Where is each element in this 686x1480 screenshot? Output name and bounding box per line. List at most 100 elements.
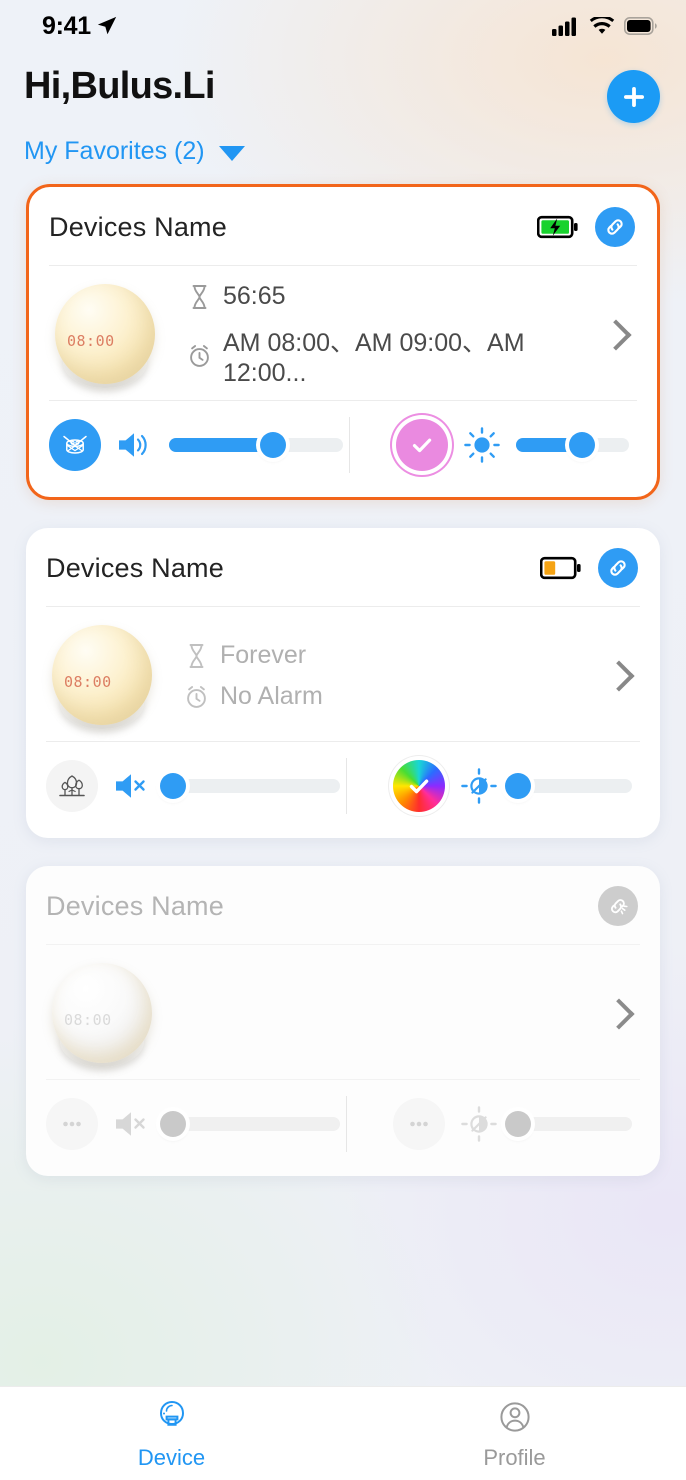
volume-slider-wrap	[169, 432, 349, 458]
volume-slider-knob[interactable]	[260, 432, 287, 458]
sound-controls	[49, 419, 349, 471]
check-icon	[412, 438, 432, 453]
brightness-slider-knob[interactable]	[568, 432, 595, 458]
device-timer-value: 56:65	[223, 282, 286, 310]
forest-icon[interactable]	[46, 760, 98, 812]
battery-full-icon	[624, 17, 658, 35]
link-broken-icon[interactable]	[598, 886, 638, 926]
sound-controls	[46, 1098, 346, 1150]
color-swatch-pink[interactable]	[396, 419, 448, 471]
device-timer-row: 56:65	[187, 282, 605, 311]
volume-slider[interactable]	[169, 432, 343, 458]
device-card-body[interactable]: 08:00 56:65 AM 08:00、AM 09:00、AM 12:00..…	[29, 266, 657, 400]
light-controls	[356, 419, 635, 471]
device-card-header: Devices Name	[26, 866, 660, 944]
volume-slider-wrap	[159, 773, 346, 799]
brightness-slider-knob[interactable]	[504, 773, 531, 799]
check-icon	[409, 779, 429, 794]
speaker-on-icon[interactable]	[115, 427, 155, 463]
bottom-tab-bar: Device Profile	[0, 1386, 686, 1480]
sound-controls	[46, 760, 346, 812]
wifi-icon	[589, 16, 615, 36]
status-bar-right	[552, 16, 658, 36]
status-bar-time: 9:41	[42, 11, 91, 40]
sound-ellipsis-icon[interactable]	[46, 1098, 98, 1150]
device-card[interactable]: Devices Name	[26, 184, 660, 500]
device-alarm-row: AM 08:00、AM 09:00、AM 12:00...	[187, 323, 605, 388]
controls-divider	[346, 1096, 347, 1152]
tab-device-label: Device	[137, 1444, 206, 1470]
drum-icon[interactable]	[49, 419, 101, 471]
controls-divider	[346, 758, 347, 814]
speaker-muted-icon[interactable]	[112, 768, 152, 804]
alarm-clock-icon	[184, 684, 209, 710]
color-wheel-button[interactable]	[393, 760, 445, 812]
device-card-body[interactable]: 08:00	[26, 945, 660, 1079]
device-alarm-value: No Alarm	[220, 682, 323, 710]
device-name: Devices Name	[46, 552, 224, 583]
alarm-clock-icon	[187, 343, 212, 369]
device-card-status-icons	[598, 886, 638, 926]
brightness-slider-knob	[504, 1111, 531, 1137]
brightness-slider	[504, 1111, 632, 1137]
device-controls	[29, 401, 657, 497]
device-timer-row: Forever	[184, 641, 608, 670]
volume-slider-knob	[159, 1111, 186, 1137]
battery-low-icon	[540, 556, 582, 580]
device-detail-chevron-icon[interactable]	[603, 998, 635, 1030]
tab-device[interactable]: Device	[0, 1397, 343, 1471]
lamp-clock-display: 08:00	[64, 1011, 112, 1029]
brightness-on-icon[interactable]	[462, 425, 502, 465]
device-card[interactable]: Devices Name	[26, 528, 660, 838]
device-card-body[interactable]: 08:00 Forever No Alarm	[26, 607, 660, 741]
device-lamp-image: 08:00	[44, 959, 162, 1069]
device-timer-value: Forever	[220, 641, 307, 669]
person-icon	[495, 1397, 535, 1437]
link-connected-icon[interactable]	[595, 207, 635, 247]
light-controls	[353, 1098, 638, 1150]
brightness-slider[interactable]	[516, 432, 629, 458]
device-lamp-image: 08:00	[44, 621, 162, 731]
tab-profile[interactable]: Profile	[343, 1397, 686, 1471]
location-arrow-icon	[96, 15, 118, 37]
volume-slider[interactable]	[159, 773, 340, 799]
link-connected-icon[interactable]	[598, 548, 638, 588]
lamp-clock-display: 08:00	[64, 673, 112, 691]
brightness-slider[interactable]	[504, 773, 632, 799]
status-bar: 9:41	[0, 0, 686, 52]
lamp-icon	[152, 1397, 192, 1437]
device-card-header: Devices Name	[29, 187, 657, 265]
favorites-selector[interactable]: My Favorites (2)	[0, 123, 686, 166]
device-detail-chevron-icon[interactable]	[603, 660, 635, 692]
device-card-status-icons	[537, 207, 635, 247]
device-card-header: Devices Name	[26, 528, 660, 606]
volume-slider-knob[interactable]	[159, 773, 186, 799]
device-alarm-row: No Alarm	[184, 682, 608, 711]
plus-icon	[623, 86, 644, 107]
color-ellipsis-icon[interactable]	[393, 1098, 445, 1150]
battery-charging-icon	[537, 215, 579, 239]
status-bar-left: 9:41	[42, 12, 118, 41]
volume-slider-wrap	[159, 1111, 346, 1137]
device-controls	[26, 742, 660, 838]
brightness-slider-wrap	[504, 773, 638, 799]
device-alarm-value: AM 08:00、AM 09:00、AM 12:00...	[223, 329, 525, 387]
device-card[interactable]: Devices Name 08:00	[26, 866, 660, 1176]
cellular-signal-icon	[552, 16, 580, 36]
brightness-slider-wrap	[504, 1111, 638, 1137]
hourglass-icon	[187, 284, 212, 310]
page-title: Hi,Bulus.Li	[24, 65, 215, 107]
lamp-clock-display: 08:00	[67, 332, 115, 350]
favorites-label: My Favorites (2)	[24, 137, 205, 165]
add-device-button[interactable]	[607, 70, 660, 123]
brightness-off-icon[interactable]	[459, 766, 499, 806]
device-detail-chevron-icon[interactable]	[600, 319, 632, 351]
brightness-slider-wrap	[516, 432, 635, 458]
device-name: Devices Name	[46, 890, 224, 921]
tab-profile-label: Profile	[483, 1444, 546, 1470]
page-header: Hi,Bulus.Li	[0, 52, 686, 123]
device-name: Devices Name	[49, 211, 227, 242]
controls-divider	[349, 417, 350, 473]
device-status: 56:65 AM 08:00、AM 09:00、AM 12:00...	[165, 282, 605, 388]
device-card-status-icons	[540, 548, 638, 588]
